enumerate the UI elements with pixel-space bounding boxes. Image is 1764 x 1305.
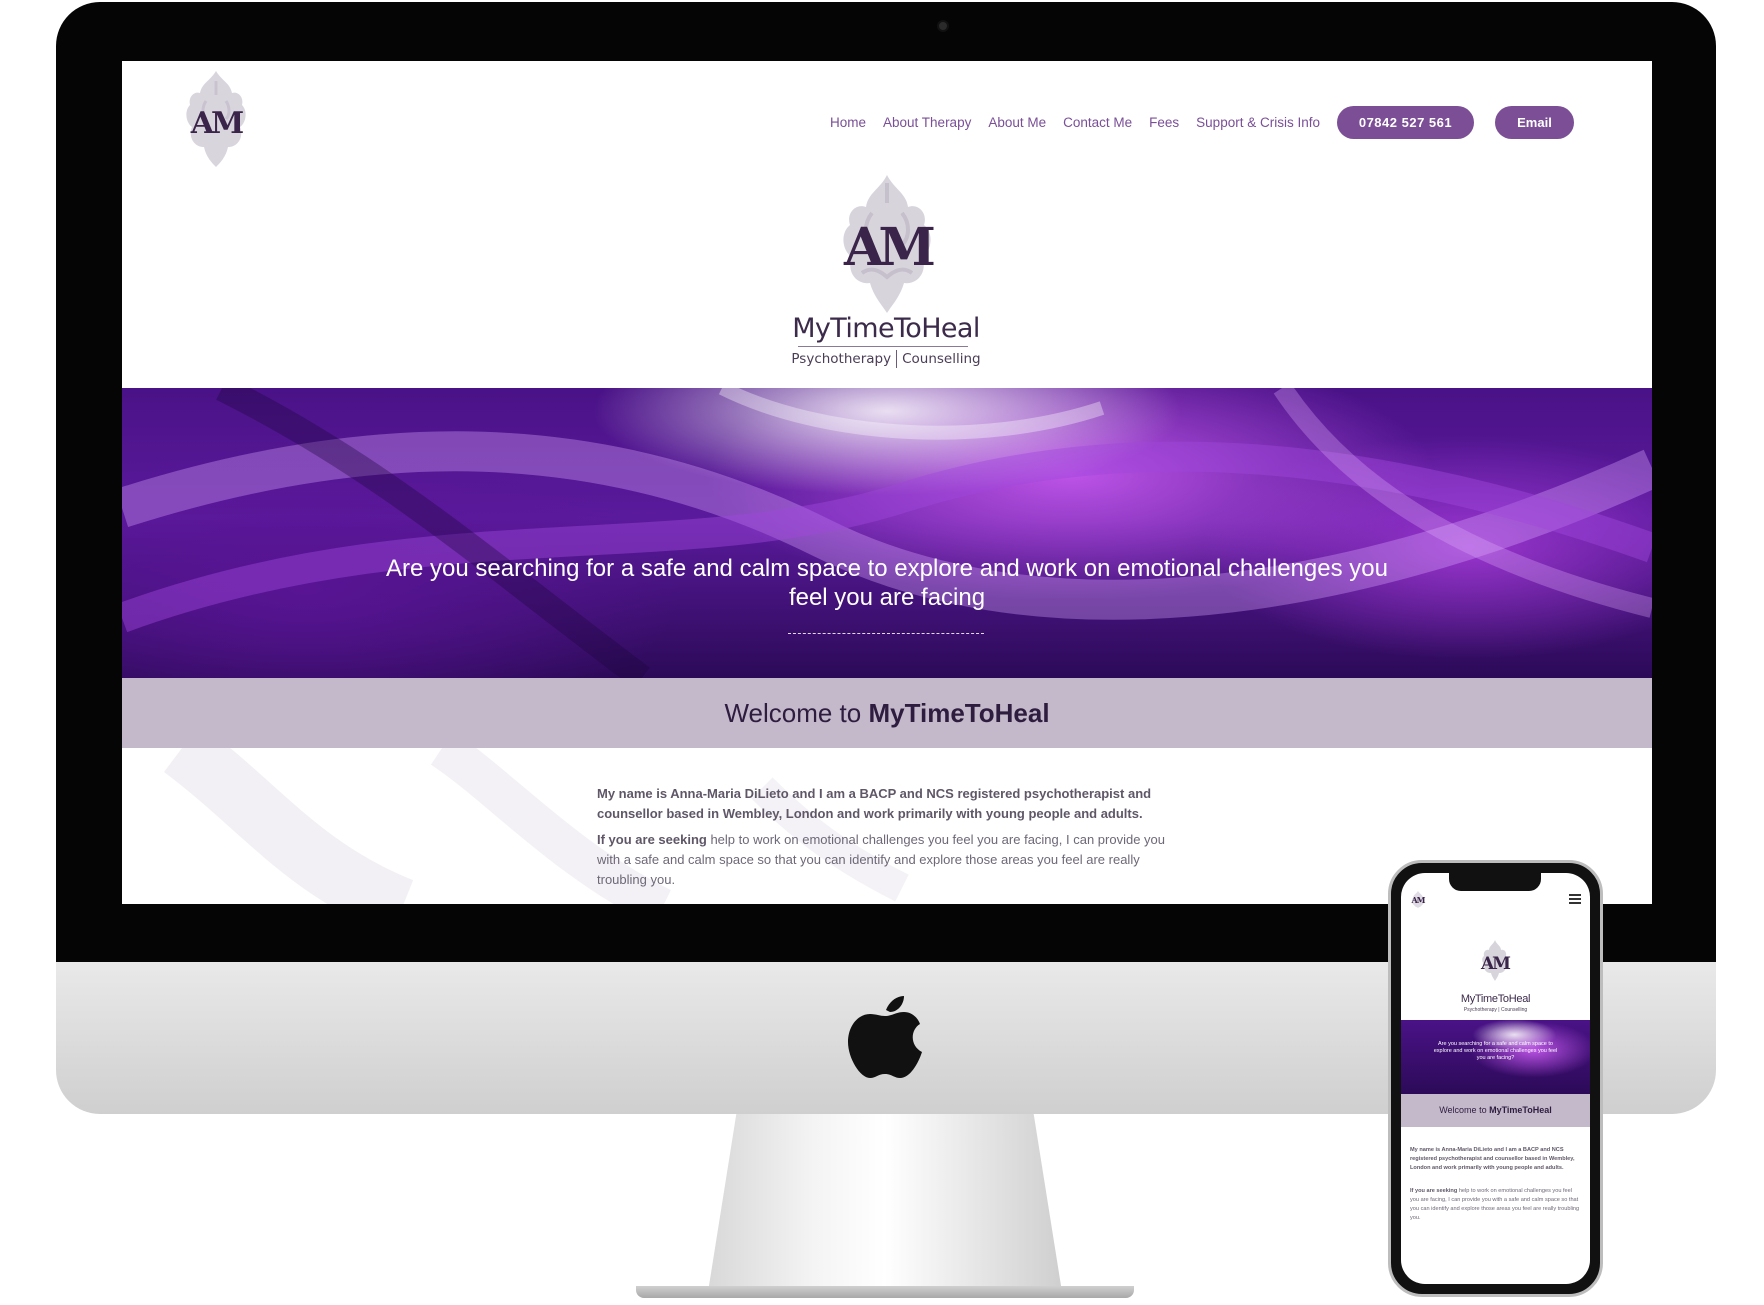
iphone-frame: AM AM MyTimeToHeal Psychotherapy | Couns…	[1388, 860, 1603, 1297]
mobile-brand-sub-left: Psychotherapy	[1463, 1007, 1497, 1013]
mobile-intro-paragraph-2: If you are seeking help to work on emoti…	[1410, 1187, 1582, 1223]
hero-banner: Are you searching for a safe and calm sp…	[122, 388, 1652, 678]
mobile-welcome-name: MyTimeToHeal	[1489, 1105, 1552, 1115]
brand-sub-counselling: Counselling	[902, 351, 981, 367]
mobile-site-logo[interactable]: AM	[1410, 890, 1426, 908]
desktop-website: AM Home About Therapy About Me Contact M…	[122, 61, 1652, 904]
welcome-name: MyTimeToHeal	[868, 698, 1050, 728]
hamburger-menu-icon[interactable]	[1569, 894, 1581, 904]
nav-support-crisis[interactable]: Support & Crisis Info	[1196, 115, 1320, 130]
mobile-brand-sub-right: Counselling	[1501, 1007, 1528, 1013]
email-button[interactable]: Email	[1494, 106, 1574, 139]
welcome-prefix: Welcome to	[724, 698, 869, 728]
intro-paragraph-2: If you are seeking help to work on emoti…	[597, 830, 1177, 890]
nav-contact-me[interactable]: Contact Me	[1063, 115, 1132, 130]
brand-name: MyTimeToHeal	[792, 313, 980, 344]
welcome-band: Welcome to MyTimeToHeal	[122, 678, 1652, 748]
center-logo-emblem: AM	[843, 175, 940, 313]
hero-swirls	[122, 388, 1652, 678]
intro-paragraph-2-bold: If you are seeking	[597, 832, 707, 847]
mobile-intro-paragraph-1: My name is Anna-Maria DiLieto and I am a…	[1410, 1147, 1575, 1171]
nav-about-me[interactable]: About Me	[988, 115, 1046, 130]
nav-home[interactable]: Home	[830, 115, 866, 130]
intro-paragraph-1: My name is Anna-Maria DiLieto and I am a…	[597, 786, 1152, 821]
mobile-welcome-band: Welcome to MyTimeToHeal	[1401, 1094, 1590, 1127]
brand-divider	[798, 346, 968, 347]
imac-stand	[708, 1114, 1062, 1292]
nav-about-therapy[interactable]: About Therapy	[883, 115, 971, 130]
apple-logo-icon	[848, 996, 922, 1078]
svg-text:AM: AM	[843, 217, 934, 278]
mobile-brand-name: MyTimeToHeal	[1460, 993, 1531, 1005]
brand-sub-separator	[896, 350, 898, 368]
mobile-brand-subtitle: Psychotherapy | Counselling	[1463, 1007, 1528, 1013]
hero-divider	[788, 633, 984, 634]
svg-text:AM: AM	[190, 106, 243, 141]
mobile-center-logo-emblem: AM	[1480, 940, 1513, 981]
imac-stand-base	[636, 1286, 1134, 1298]
site-logo[interactable]: AM	[180, 67, 252, 171]
camera-icon	[937, 20, 949, 32]
brand-subtitle: Psychotherapy Counselling	[692, 350, 1080, 368]
hero-heading: Are you searching for a safe and calm sp…	[386, 555, 1388, 611]
welcome-heading: Welcome to MyTimeToHeal	[724, 698, 1049, 728]
phone-button[interactable]: 07842 527 561	[1336, 106, 1474, 139]
brand-sub-psychotherapy: Psychotherapy	[791, 351, 892, 367]
nav-fees[interactable]: Fees	[1149, 115, 1179, 130]
mobile-welcome-prefix: Welcome to	[1439, 1105, 1490, 1115]
phone-notch	[1449, 873, 1541, 891]
svg-text:AM: AM	[1410, 895, 1425, 905]
mobile-hero-banner: Are you searching for a safe and calm sp…	[1401, 1020, 1590, 1094]
mobile-website: AM AM MyTimeToHeal Psychotherapy | Couns…	[1401, 873, 1590, 1284]
main-nav: Home About Therapy About Me Contact Me F…	[830, 106, 1574, 139]
svg-text:AM: AM	[1480, 954, 1511, 974]
mobile-intro-paragraph-2-bold: If you are seeking	[1410, 1188, 1458, 1194]
mobile-hero-heading: Are you searching for a safe and calm sp…	[1433, 1041, 1558, 1061]
